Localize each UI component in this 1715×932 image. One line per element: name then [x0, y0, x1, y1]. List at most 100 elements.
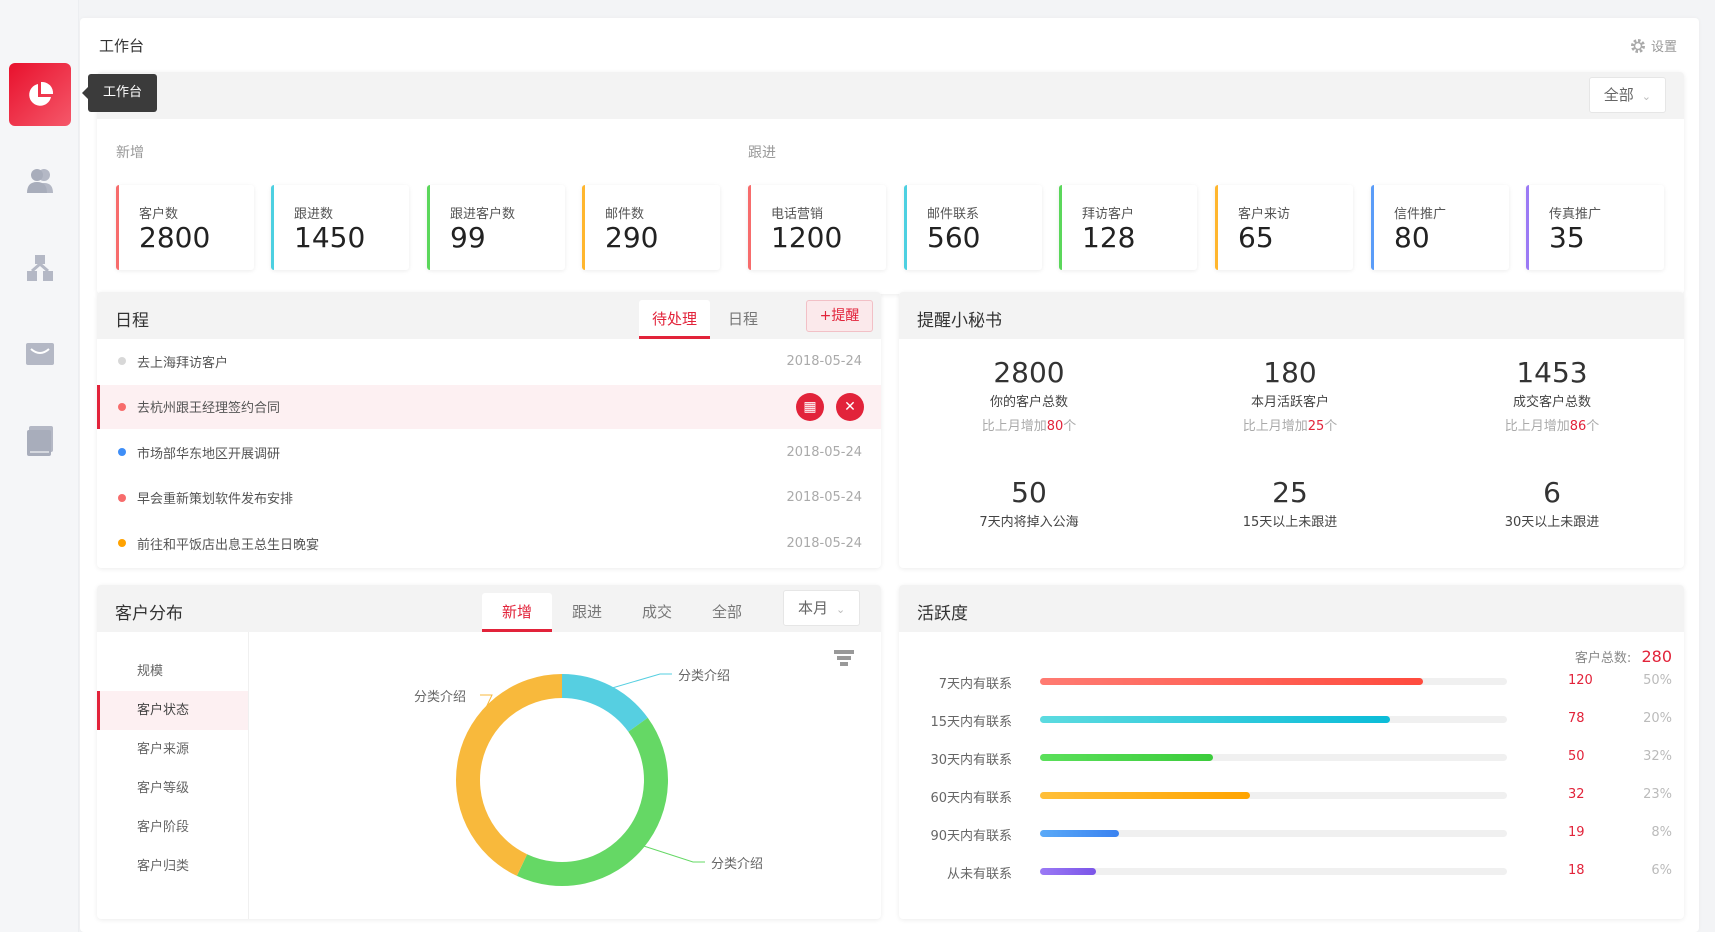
stat-card-label: 信件推广	[1394, 203, 1446, 222]
reminder-stat[interactable]: 180本月活跃客户比上月增加25个	[1160, 356, 1420, 434]
reminder-stat[interactable]: 630天以上未跟进	[1422, 476, 1682, 530]
schedule-item-date: 2018-05-24	[786, 445, 862, 460]
stat-card-label: 传真推广	[1549, 203, 1601, 222]
donut-label-line	[641, 845, 705, 862]
org-chart-icon	[26, 254, 54, 282]
scope-select[interactable]: 全部⌄	[1589, 77, 1666, 113]
activity-progress-fill	[1040, 792, 1250, 799]
reminder-stat-compare: 比上月增加86个	[1422, 415, 1682, 434]
settings-label: 设置	[1651, 36, 1677, 55]
schedule-item[interactable]: 市场部华东地区开展调研 2018-05-24	[97, 430, 881, 474]
distribution-panel: 客户分布 新增 跟进 成交 全部 本月⌄ 规模客户状态客户来源客户等级客户阶段客…	[97, 585, 881, 919]
stat-card[interactable]: 跟进客户数99	[427, 185, 565, 270]
activity-label: 30天内有联系	[930, 749, 1012, 768]
reminder-stat[interactable]: 2800 你的客户总数比上月增加80个	[899, 356, 1159, 434]
schedule-item-text: 早会重新策划软件发布安排	[137, 488, 293, 507]
activity-row: 30天内有联系5032%	[899, 747, 1684, 767]
delete-button[interactable]: ✕	[836, 393, 864, 421]
stat-card-label: 跟进客户数	[450, 203, 515, 222]
stat-card[interactable]: 电话营销1200	[748, 185, 886, 270]
reminder-stat-label: 你的客户总数	[899, 391, 1159, 410]
donut-slice[interactable]	[562, 686, 638, 725]
stat-card[interactable]: 邮件联系560	[904, 185, 1042, 270]
stat-card[interactable]: 传真推广35	[1526, 185, 1664, 270]
reminder-stat[interactable]: 507天内将掉入公海	[899, 476, 1159, 530]
reminder-stat-value: 2800	[899, 356, 1159, 389]
compare-suffix: 个	[1586, 419, 1599, 434]
stat-card-value: 560	[927, 221, 980, 254]
activity-total-label: 客户总数:	[1575, 651, 1631, 666]
stat-card[interactable]: 客户数2800	[116, 185, 254, 270]
add-reminder-button[interactable]: +提醒	[806, 300, 873, 332]
group-label-followup: 跟进	[748, 142, 776, 162]
stat-card[interactable]: 信件推广80	[1371, 185, 1509, 270]
activity-row: 从未有联系186%	[899, 861, 1684, 881]
compare-prefix: 比上月增加	[982, 419, 1047, 434]
tab-pending[interactable]: 待处理	[639, 300, 710, 339]
reminder-stat[interactable]: 1453成交客户总数比上月增加86个	[1422, 356, 1682, 434]
stat-card-label: 邮件数	[605, 203, 644, 222]
stats-panel: 全部⌄ 新增 跟进 客户数2800跟进数1450跟进客户数99邮件数290电话营…	[97, 72, 1684, 294]
activity-count: 19	[1568, 825, 1585, 840]
users-icon	[25, 167, 55, 195]
activity-percent: 8%	[1651, 825, 1672, 840]
sidebar-item-organization[interactable]	[24, 252, 56, 284]
stat-card[interactable]: 邮件数290	[582, 185, 720, 270]
sidebar-item-customers[interactable]	[24, 165, 56, 197]
stat-card-value: 80	[1394, 221, 1430, 254]
activity-count: 32	[1568, 787, 1585, 802]
activity-progress-track	[1040, 678, 1507, 685]
stat-card[interactable]: 跟进数1450	[271, 185, 409, 270]
stat-card-label: 邮件联系	[927, 203, 979, 222]
tab-schedule[interactable]: 日程	[718, 300, 768, 339]
activity-percent: 6%	[1651, 863, 1672, 878]
scope-select-value: 全部	[1604, 86, 1634, 104]
schedule-item[interactable]: 去杭州跟王经理签约合同▦✕	[97, 385, 881, 429]
activity-row: 15天内有联系7820%	[899, 709, 1684, 729]
schedule-item-text: 市场部华东地区开展调研	[137, 443, 280, 462]
settings-button[interactable]: 设置	[1630, 36, 1677, 55]
activity-percent: 23%	[1643, 787, 1672, 802]
reminder-stat-compare: 比上月增加80个	[899, 415, 1159, 434]
compare-value: 80	[1047, 419, 1064, 434]
calendar-button[interactable]: ▦	[796, 393, 824, 421]
donut-slice[interactable]	[522, 725, 656, 874]
status-dot	[118, 494, 126, 502]
activity-percent: 50%	[1643, 673, 1672, 688]
sidebar-item-mail[interactable]	[24, 338, 56, 370]
activity-progress-fill	[1040, 754, 1213, 761]
activity-total-value: 280	[1641, 647, 1672, 666]
donut-slice-label: 分类介绍	[678, 665, 730, 684]
activity-title: 活跃度	[917, 599, 968, 624]
activity-panel: 活跃度 客户总数: 280 7天内有联系12050%15天内有联系7820%30…	[899, 585, 1684, 919]
schedule-item[interactable]: 去上海拜访客户2018-05-24	[97, 339, 881, 383]
activity-label: 从未有联系	[947, 863, 1012, 882]
stat-card[interactable]: 客户来访65	[1215, 185, 1353, 270]
book-icon	[27, 426, 53, 456]
stat-card-label: 客户数	[139, 203, 178, 222]
status-dot	[118, 539, 126, 547]
stat-card-label: 电话营销	[771, 203, 823, 222]
donut-slice[interactable]	[468, 686, 562, 865]
activity-label: 7天内有联系	[939, 673, 1012, 692]
main-content: 工作台 设置 全部⌄ 新增 跟进 客户数2800跟进数1450跟进客户数99邮件…	[80, 18, 1699, 932]
activity-label: 90天内有联系	[930, 825, 1012, 844]
reminder-stat[interactable]: 2515天以上未跟进	[1160, 476, 1420, 530]
stat-card-value: 99	[450, 221, 486, 254]
stat-card-value: 65	[1238, 221, 1274, 254]
sidebar: 工作台	[0, 0, 79, 932]
schedule-item[interactable]: 早会重新策划软件发布安排2018-05-24	[97, 476, 881, 520]
stat-card[interactable]: 拜访客户128	[1059, 185, 1197, 270]
activity-label: 60天内有联系	[930, 787, 1012, 806]
schedule-item[interactable]: 前往和平饭店出息王总生日晚宴2018-05-24	[97, 521, 881, 565]
sidebar-item-dashboard[interactable]	[9, 63, 71, 126]
status-dot	[118, 357, 126, 365]
compare-prefix: 比上月增加	[1505, 419, 1570, 434]
reminder-header: 提醒小秘书	[899, 292, 1684, 339]
sidebar-item-documents[interactable]	[24, 425, 56, 457]
stat-card-value: 2800	[139, 221, 210, 254]
schedule-item-text: 前往和平饭店出息王总生日晚宴	[137, 534, 319, 553]
close-icon: ✕	[844, 399, 856, 415]
activity-total: 客户总数: 280	[1575, 647, 1672, 666]
activity-label: 15天内有联系	[930, 711, 1012, 730]
